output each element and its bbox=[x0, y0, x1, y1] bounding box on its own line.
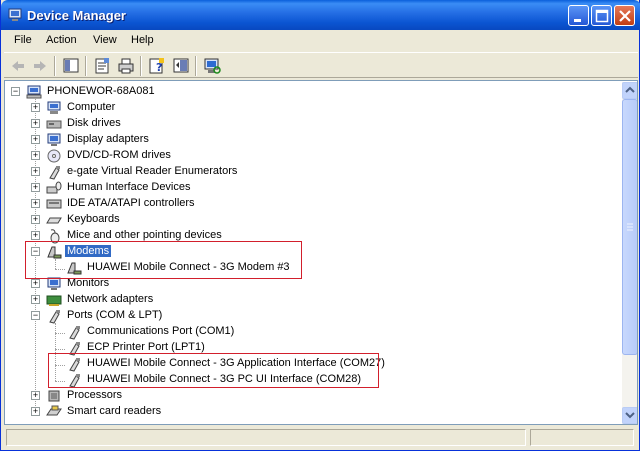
computer-icon bbox=[47, 101, 61, 114]
expand-toggle[interactable]: + bbox=[31, 151, 40, 160]
collapse-toggle[interactable]: − bbox=[11, 87, 20, 96]
expand-toggle[interactable]: + bbox=[31, 391, 40, 400]
scroll-up-button[interactable] bbox=[622, 82, 637, 99]
toolbar-separator bbox=[140, 56, 142, 76]
device-manager-window: Device Manager File Action View Help ? −… bbox=[0, 0, 640, 451]
help-icon[interactable]: ? bbox=[147, 56, 167, 76]
collapse-toggle[interactable]: − bbox=[31, 311, 40, 320]
highlight-box-modems bbox=[25, 241, 302, 279]
tree-item-label: Disk drives bbox=[67, 117, 121, 129]
maximize-icon bbox=[595, 9, 609, 23]
disk-drive-icon bbox=[46, 120, 62, 129]
grip-icon bbox=[627, 223, 633, 231]
tree-item-label: DVD/CD-ROM drives bbox=[67, 149, 171, 161]
minimize-icon bbox=[574, 19, 581, 22]
ide-controller-icon bbox=[46, 199, 62, 209]
expand-toggle[interactable]: + bbox=[31, 407, 40, 416]
tree-item-label: Processors bbox=[67, 389, 123, 401]
minimize-button[interactable] bbox=[568, 5, 589, 26]
status-panel bbox=[530, 429, 634, 446]
menu-file[interactable]: File bbox=[14, 34, 32, 46]
status-bar bbox=[4, 427, 638, 448]
properties-icon[interactable] bbox=[92, 56, 112, 76]
tree-item-label: ECP Printer Port (LPT1) bbox=[87, 341, 205, 353]
expand-toggle[interactable]: + bbox=[31, 295, 40, 304]
tree-item-label: Display adapters bbox=[67, 133, 149, 145]
scan-hardware-icon[interactable] bbox=[202, 56, 222, 76]
expand-toggle[interactable]: + bbox=[31, 167, 40, 176]
expand-toggle[interactable]: + bbox=[31, 215, 40, 224]
back-icon[interactable] bbox=[8, 56, 28, 76]
export-icon[interactable] bbox=[171, 56, 191, 76]
smart-card-reader-icon bbox=[46, 405, 62, 416]
tree-connector bbox=[55, 349, 65, 350]
print-icon[interactable] bbox=[116, 56, 136, 76]
port-icon bbox=[49, 310, 60, 324]
expand-toggle[interactable]: + bbox=[31, 279, 40, 288]
menu-view[interactable]: View bbox=[93, 34, 117, 46]
root-label: PHONEWOR-68A081 bbox=[47, 85, 155, 97]
expand-toggle[interactable]: + bbox=[31, 231, 40, 240]
tree-item-label: e-gate Virtual Reader Enumerators bbox=[67, 165, 238, 177]
window-title: Device Manager bbox=[27, 8, 126, 23]
tree-item-label: IDE ATA/ATAPI controllers bbox=[67, 197, 195, 209]
tree-item-label: Keyboards bbox=[67, 213, 120, 225]
toolbar-separator bbox=[54, 56, 56, 76]
tree-item-label: Smart card readers bbox=[67, 405, 162, 417]
close-button[interactable] bbox=[614, 5, 635, 26]
cd-drive-icon bbox=[47, 149, 61, 163]
expand-toggle[interactable]: + bbox=[31, 135, 40, 144]
menu-help[interactable]: Help bbox=[131, 34, 154, 46]
toolbar-separator bbox=[195, 56, 197, 76]
device-manager-icon bbox=[8, 8, 22, 21]
scroll-down-button[interactable] bbox=[622, 407, 637, 424]
tree-item-label: Communications Port (COM1) bbox=[87, 325, 235, 337]
toolbar: ? bbox=[4, 52, 638, 78]
close-icon bbox=[619, 10, 631, 22]
status-panel bbox=[6, 429, 526, 446]
show-hide-tree-icon[interactable] bbox=[61, 56, 81, 76]
network-adapter-icon bbox=[46, 295, 62, 306]
expand-toggle[interactable]: + bbox=[31, 199, 40, 208]
chevron-up-icon bbox=[625, 86, 635, 93]
highlight-box-huawei-ports bbox=[48, 353, 379, 388]
processor-icon bbox=[48, 390, 60, 402]
computer-icon bbox=[26, 85, 42, 99]
toolbar-separator bbox=[85, 56, 87, 76]
tree-item-label: Computer bbox=[67, 101, 116, 113]
vertical-scrollbar[interactable] bbox=[622, 82, 637, 424]
keyboard-icon bbox=[46, 217, 62, 224]
menu-action[interactable]: Action bbox=[46, 34, 77, 46]
expand-toggle[interactable]: + bbox=[31, 103, 40, 112]
maximize-button[interactable] bbox=[591, 5, 612, 26]
tree-connector bbox=[55, 333, 65, 334]
tree-item-label: Ports (COM & LPT) bbox=[67, 309, 163, 321]
chevron-down-icon bbox=[625, 412, 635, 419]
forward-icon[interactable] bbox=[30, 56, 50, 76]
scrollbar-thumb[interactable] bbox=[622, 99, 637, 355]
tree-item-label: Human Interface Devices bbox=[67, 181, 191, 193]
expand-toggle[interactable]: + bbox=[31, 183, 40, 192]
expand-toggle[interactable]: + bbox=[31, 119, 40, 128]
tree-item-label: Mice and other pointing devices bbox=[67, 229, 222, 241]
hid-icon bbox=[46, 181, 62, 194]
title-bar[interactable]: Device Manager bbox=[1, 0, 640, 30]
menu-bar: File Action View Help bbox=[4, 30, 638, 51]
display-adapter-icon bbox=[47, 133, 61, 146]
tree-item-label: Network adapters bbox=[67, 293, 154, 305]
port-icon bbox=[69, 326, 80, 340]
plug-icon bbox=[49, 166, 60, 180]
device-tree[interactable]: − PHONEWOR-68A081 + Computer + Disk driv… bbox=[4, 80, 638, 425]
